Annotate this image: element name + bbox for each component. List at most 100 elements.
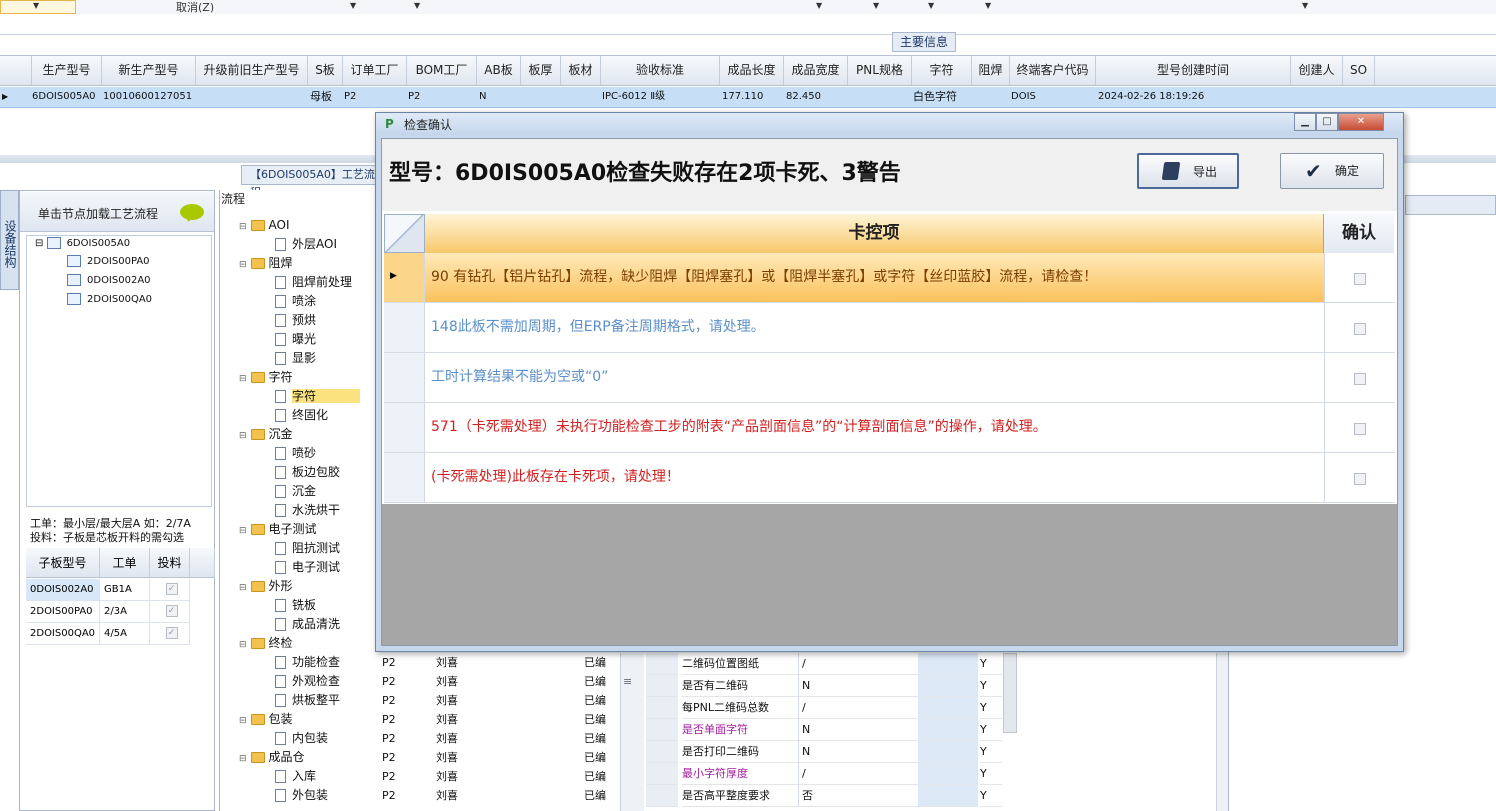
col-header[interactable]: 新生产型号: [102, 56, 196, 85]
flow-group[interactable]: ⊟ 电子测试: [239, 520, 317, 538]
attr-blank[interactable]: [918, 675, 978, 697]
grid-splitter[interactable]: ≡: [620, 653, 644, 811]
cell-person[interactable]: 刘喜: [436, 653, 458, 672]
expand-toggle-icon[interactable]: ⊟: [239, 374, 247, 384]
cell-factory[interactable]: P2: [382, 653, 396, 672]
flow-step[interactable]: 功能检查: [275, 653, 340, 671]
row-header[interactable]: [384, 403, 425, 452]
confirm-checkbox[interactable]: [1354, 422, 1366, 435]
flow-group[interactable]: ⊟ 阻焊: [239, 254, 293, 272]
attr-flag[interactable]: Y: [980, 675, 1002, 697]
flow-group[interactable]: ⊟ AOI: [239, 216, 290, 234]
cell-factory[interactable]: P2: [382, 672, 396, 691]
checkbox[interactable]: [165, 627, 178, 639]
col-header[interactable]: 验收标准: [601, 56, 720, 85]
cell-factory[interactable]: P2: [382, 729, 396, 748]
cell-s-board[interactable]: 母板: [310, 87, 332, 107]
col-header[interactable]: 升级前旧生产型号: [196, 56, 308, 85]
row-header[interactable]: ▶: [384, 253, 425, 302]
col-header[interactable]: SO: [1343, 56, 1375, 85]
cell-person[interactable]: 刘喜: [436, 710, 458, 729]
attr-flag[interactable]: Y: [980, 697, 1002, 719]
flow-step[interactable]: 阻焊前处理: [275, 273, 352, 291]
chevron-down-icon[interactable]: ▼: [1302, 1, 1308, 10]
attr-value[interactable]: N: [798, 719, 918, 741]
dialog-titlebar[interactable]: P 检查确认 ▁ □ ✕: [376, 113, 1403, 135]
cell-person[interactable]: 刘喜: [436, 672, 458, 691]
col-header[interactable]: 子板型号: [26, 548, 100, 578]
cell-sub-model[interactable]: 0DOIS002A0: [26, 579, 100, 601]
attr-flag[interactable]: Y: [980, 741, 1002, 763]
col-header[interactable]: 生产型号: [32, 56, 102, 85]
flow-step[interactable]: 铣板: [275, 596, 316, 614]
row-header[interactable]: [384, 353, 425, 402]
attr-name[interactable]: 每PNL二维码总数: [682, 697, 798, 719]
col-header[interactable]: 订单工厂: [343, 56, 407, 85]
attr-value[interactable]: /: [798, 763, 918, 785]
col-header[interactable]: 工单: [100, 548, 150, 578]
attr-value[interactable]: 否: [798, 785, 918, 807]
check-item-row[interactable]: ▶ 90 有钻孔【铝片钻孔】流程，缺少阻焊【阻焊塞孔】或【阻焊半塞孔】或字符【丝印…: [384, 253, 1395, 303]
col-header[interactable]: 板材: [561, 56, 601, 85]
attr-value[interactable]: /: [798, 653, 918, 675]
row-header[interactable]: [646, 763, 678, 785]
flow-step[interactable]: 显影: [275, 349, 316, 367]
attr-value[interactable]: N: [798, 741, 918, 763]
flow-step[interactable]: 外层AOI: [275, 235, 337, 253]
confirm-checkbox[interactable]: [1354, 472, 1366, 485]
cell-sub-order[interactable]: GB1A: [100, 579, 150, 601]
table-row[interactable]: ▶ 6DOIS005A0 10010600127051 母板 P2 P2 N I…: [0, 87, 1496, 108]
cell-person[interactable]: 刘喜: [436, 691, 458, 710]
confirm-cell[interactable]: [1324, 453, 1395, 502]
chevron-down-icon[interactable]: ▼: [414, 1, 420, 10]
maximize-button[interactable]: □: [1316, 113, 1338, 131]
cell-ab[interactable]: N: [479, 87, 486, 107]
col-header[interactable]: S板: [308, 56, 343, 85]
attr-name[interactable]: 最小字符厚度: [682, 763, 798, 785]
cell-person[interactable]: 刘喜: [436, 767, 458, 786]
chevron-down-icon[interactable]: ▼: [33, 1, 39, 10]
cell-status[interactable]: 已编: [584, 729, 606, 748]
confirm-checkbox[interactable]: [1354, 322, 1366, 335]
col-header[interactable]: 成品宽度: [784, 56, 848, 85]
flow-step[interactable]: 成品清洗: [275, 615, 340, 633]
flow-step[interactable]: 沉金: [275, 482, 316, 500]
tree-node-root[interactable]: ⊟ 6DOIS005A0: [35, 236, 130, 252]
flow-step[interactable]: 外观检查: [275, 672, 340, 690]
col-header[interactable]: 创建人: [1291, 56, 1343, 85]
col-header-confirm[interactable]: 确认: [1324, 214, 1394, 253]
cell-person[interactable]: 刘喜: [436, 729, 458, 748]
cell-status[interactable]: 已编: [584, 748, 606, 767]
cell-status[interactable]: 已编: [584, 710, 606, 729]
col-header[interactable]: 终端客户代码: [1010, 56, 1096, 85]
attr-flag[interactable]: Y: [980, 719, 1002, 741]
flow-group[interactable]: ⊟ 字符: [239, 368, 293, 386]
close-button[interactable]: ✕: [1338, 113, 1384, 131]
col-header-item[interactable]: 卡控项: [425, 214, 1324, 253]
flow-group[interactable]: ⊟ 终检: [239, 634, 293, 652]
check-item-row[interactable]: 工时计算结果不能为空或“0”: [384, 353, 1395, 403]
attr-blank[interactable]: [918, 697, 978, 719]
tab-equipment-structure[interactable]: 设备结构: [0, 190, 19, 290]
feed-checkbox[interactable]: [150, 601, 190, 623]
flow-step[interactable]: 入库: [275, 767, 316, 785]
attr-blank[interactable]: [918, 741, 978, 763]
chevron-down-icon[interactable]: ▼: [816, 1, 822, 10]
flow-group[interactable]: ⊟ 沉金: [239, 425, 293, 443]
flow-step[interactable]: 板边包胶: [275, 463, 340, 481]
cell-factory[interactable]: P2: [382, 786, 396, 805]
chevron-down-icon[interactable]: ▼: [985, 1, 991, 10]
expand-toggle-icon[interactable]: ⊟: [239, 754, 247, 764]
main-info-tab[interactable]: 主要信息: [892, 32, 956, 52]
row-header[interactable]: [646, 675, 678, 697]
confirm-checkbox[interactable]: [1354, 272, 1366, 285]
cell-sub-model[interactable]: 2DOIS00PA0: [26, 601, 100, 623]
flow-step[interactable]: 阻抗测试: [275, 539, 340, 557]
cell-standard[interactable]: IPC-6012 Ⅱ级: [602, 87, 665, 107]
attr-name[interactable]: 是否有二维码: [682, 675, 798, 697]
attr-blank[interactable]: [918, 763, 978, 785]
cell-factory[interactable]: P2: [382, 748, 396, 767]
feed-checkbox[interactable]: [150, 623, 190, 645]
tree-node[interactable]: 2DOIS00PA0: [67, 254, 150, 270]
attr-blank[interactable]: [918, 653, 978, 675]
